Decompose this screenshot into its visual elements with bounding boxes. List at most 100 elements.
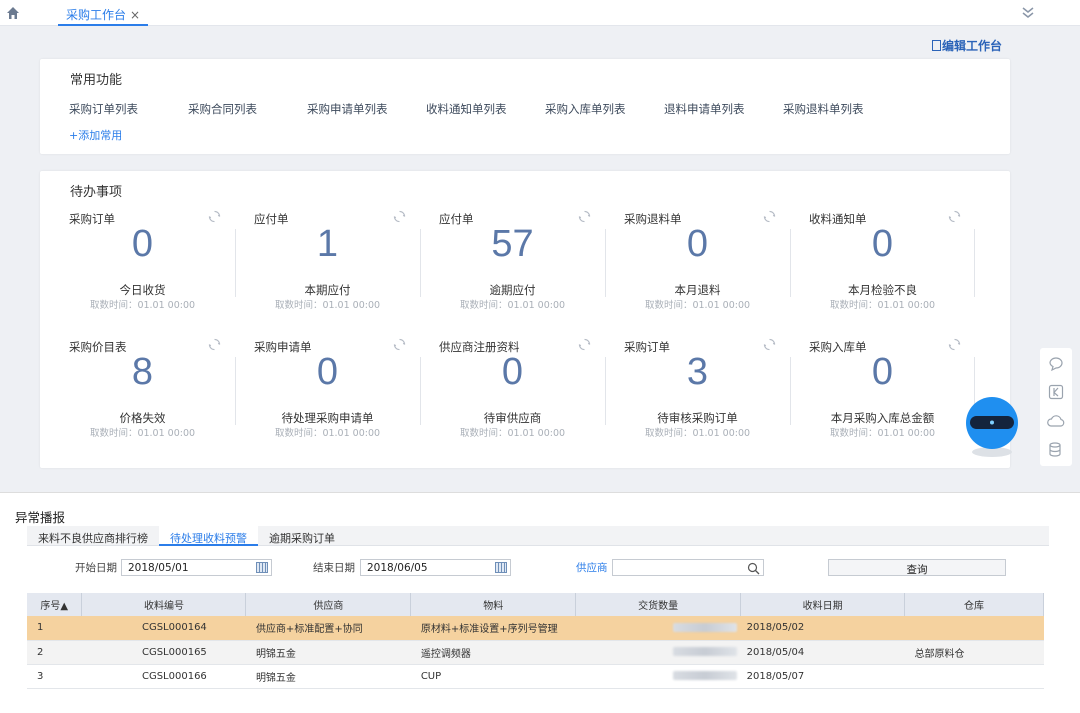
tab-defect-supplier-ranking[interactable]: 来料不良供应商排行榜: [27, 526, 159, 546]
refresh-icon[interactable]: [948, 210, 961, 223]
todo-tile[interactable]: 收料通知单 0 本月检验不良 取数时间：01.01 00:00: [790, 210, 975, 317]
todo-card: 待办事项 采购订单 0 今日收货 取数时间：01.01 00:00 应付单 1 本期应付取…: [40, 171, 1010, 468]
common-functions-title: 常用功能: [70, 73, 123, 88]
refresh-icon[interactable]: [208, 338, 221, 351]
todo-tile[interactable]: 供应商注册资料 0 待审供应商 取数时间：01.01 00:00: [420, 338, 605, 445]
exception-title: 异常播报: [15, 510, 66, 525]
tile-label: 待审核采购订单: [657, 411, 738, 425]
exception-panel: 异常播报 来料不良供应商排行榜 待处理收料预警 逾期采购订单 开始日期 2018…: [0, 492, 1080, 713]
supplier-input[interactable]: [612, 559, 764, 576]
tile-number: 57: [491, 223, 534, 265]
home-icon[interactable]: [5, 5, 21, 21]
tile-time: 取数时间：01.01 00:00: [644, 428, 751, 439]
chevron-double-down-icon[interactable]: [1020, 5, 1036, 21]
cell-receipt-code: CGSL000165: [81, 640, 246, 665]
database-icon[interactable]: [1040, 435, 1072, 464]
tile-number: 0: [501, 351, 524, 393]
todo-tile[interactable]: 采购价目表 8 价格失效 取数时间：01.01 00:00: [50, 338, 235, 445]
table-row[interactable]: 2 CGSL000165 明锦五金 遥控调频器 2018/05/04 总部原料仓: [27, 640, 1044, 665]
start-date-value: 2018/05/01: [128, 562, 189, 574]
common-functions-card: 常用功能 采购订单列表 采购合同列表 采购申请单列表 收料通知单列表 采购入库单…: [40, 59, 1010, 154]
link-receipt-notice-list[interactable]: 收料通知单列表: [426, 101, 545, 117]
tile-number: 0: [316, 351, 339, 393]
cell-warehouse: [904, 664, 1044, 689]
cell-supplier: 供应商+标准配置+协同: [245, 616, 411, 641]
chat-icon[interactable]: [1040, 348, 1072, 377]
tile-label: 价格失效: [119, 411, 166, 425]
tile-time: 取数时间：01.01 00:00: [459, 300, 566, 311]
assistant-robot-icon[interactable]: [964, 394, 1020, 458]
col-seq[interactable]: 序号▲: [27, 593, 83, 616]
todo-tile[interactable]: 采购入库单 0 本月采购入库总金额 取数时间：01.01 00:00: [790, 338, 975, 445]
close-icon[interactable]: ×: [130, 8, 140, 22]
table-row[interactable]: 1 CGSL000164 供应商+标准配置+协同 原材料+标准设置+序列号管理 …: [27, 616, 1044, 641]
document-icon: [932, 40, 941, 51]
todo-title: 待办事项: [70, 185, 123, 200]
col-material[interactable]: 物料: [410, 593, 577, 616]
tab-pending-receipt-warning[interactable]: 待处理收料预警: [159, 526, 258, 546]
todo-grid: 采购订单 0 今日收货 取数时间：01.01 00:00 应付单 1 本期应付 取数时间：0…: [50, 210, 1010, 467]
tile-number: 8: [131, 351, 154, 393]
cell-warehouse: 总部原料仓: [904, 640, 1044, 665]
todo-tile[interactable]: 应付单 1 本期应付 取数时间：01.01 00:00: [235, 210, 420, 317]
tile-label: 本月采购入库总金额: [830, 411, 935, 425]
query-button[interactable]: 查询: [828, 559, 1006, 576]
calendar-icon[interactable]: [256, 562, 268, 573]
tile-time: 取数时间：01.01 00:00: [829, 300, 936, 311]
col-supplier[interactable]: 供应商: [245, 593, 412, 616]
col-receipt-code[interactable]: 收料编号: [81, 593, 247, 616]
todo-tile[interactable]: 采购订单 3 待审核采购订单 取数时间：01.01 00:00: [605, 338, 790, 445]
tab-overdue-purchase-orders[interactable]: 逾期采购订单: [258, 526, 346, 546]
cell-material: 遥控调频器: [410, 640, 576, 665]
cell-supplier: 明锦五金: [245, 640, 411, 665]
todo-tile[interactable]: 采购订单 0 今日收货 取数时间：01.01 00:00: [50, 210, 235, 317]
refresh-icon[interactable]: [578, 210, 591, 223]
tab-purchase-workbench[interactable]: 采购工作台 ×: [58, 0, 149, 26]
tile-time: 取数时间：01.01 00:00: [89, 300, 196, 311]
tile-label: 待审供应商: [483, 411, 542, 425]
cell-receipt-date: 2018/05/07: [740, 664, 905, 689]
refresh-icon[interactable]: [763, 210, 776, 223]
cell-receipt-date: 2018/05/02: [740, 616, 905, 641]
refresh-icon[interactable]: [393, 210, 406, 223]
calendar-icon[interactable]: [495, 562, 507, 573]
link-return-request-list[interactable]: 退料申请单列表: [664, 101, 783, 117]
link-purchase-return-list[interactable]: 采购退料单列表: [783, 101, 902, 117]
add-common-button[interactable]: +添加常用: [69, 127, 122, 143]
todo-tile[interactable]: 采购退料单 0 本月退料 取数时间：01.01 00:00: [605, 210, 790, 317]
refresh-icon[interactable]: [208, 210, 221, 223]
k-icon[interactable]: [1040, 377, 1072, 406]
col-warehouse[interactable]: 仓库: [904, 593, 1044, 616]
end-date-field[interactable]: 2018/06/05: [360, 559, 511, 576]
tile-time: 取数时间：01.01 00:00: [644, 300, 751, 311]
end-date-label: 结束日期: [313, 562, 355, 574]
cloud-icon[interactable]: [1040, 406, 1072, 435]
tile-time: 取数时间：01.01 00:00: [274, 428, 381, 439]
tile-number: 0: [686, 223, 709, 265]
edit-workbench-button[interactable]: 编辑工作台: [932, 37, 1002, 54]
tile-number: 0: [131, 223, 154, 265]
refresh-icon[interactable]: [948, 338, 961, 351]
todo-tile[interactable]: 应付单 57 逾期应付 取数时间：01.01 00:00: [420, 210, 605, 317]
col-receipt-date[interactable]: 收料日期: [740, 593, 906, 616]
table-row[interactable]: 3 CGSL000166 明锦五金 CUP 2018/05/07: [27, 664, 1044, 689]
refresh-icon[interactable]: [763, 338, 776, 351]
todo-tile[interactable]: 采购申请单 0 待处理采购申请单 取数时间：01.01 00:00: [235, 338, 420, 445]
link-purchase-order-list[interactable]: 采购订单列表: [69, 101, 188, 117]
search-icon[interactable]: [747, 562, 760, 575]
tile-time: 取数时间：01.01 00:00: [274, 300, 381, 311]
tile-time: 取数时间：01.01 00:00: [459, 428, 566, 439]
cell-supplier: 明锦五金: [245, 664, 411, 689]
tab-label: 采购工作台: [66, 8, 127, 22]
redacted-value: [672, 671, 737, 680]
link-purchase-request-list[interactable]: 采购申请单列表: [307, 101, 426, 117]
tile-number: 3: [686, 351, 709, 393]
link-purchase-inbound-list[interactable]: 采购入库单列表: [545, 101, 664, 117]
workspace: 编辑工作台 常用功能 采购订单列表 采购合同列表 采购申请单列表 收料通知单列表…: [0, 26, 1040, 485]
refresh-icon[interactable]: [578, 338, 591, 351]
refresh-icon[interactable]: [393, 338, 406, 351]
start-date-field[interactable]: 2018/05/01: [121, 559, 272, 576]
link-purchase-contract-list[interactable]: 采购合同列表: [188, 101, 307, 117]
col-delivery-qty[interactable]: 交货数量: [575, 593, 742, 616]
top-bar: 采购工作台 ×: [0, 0, 1080, 26]
